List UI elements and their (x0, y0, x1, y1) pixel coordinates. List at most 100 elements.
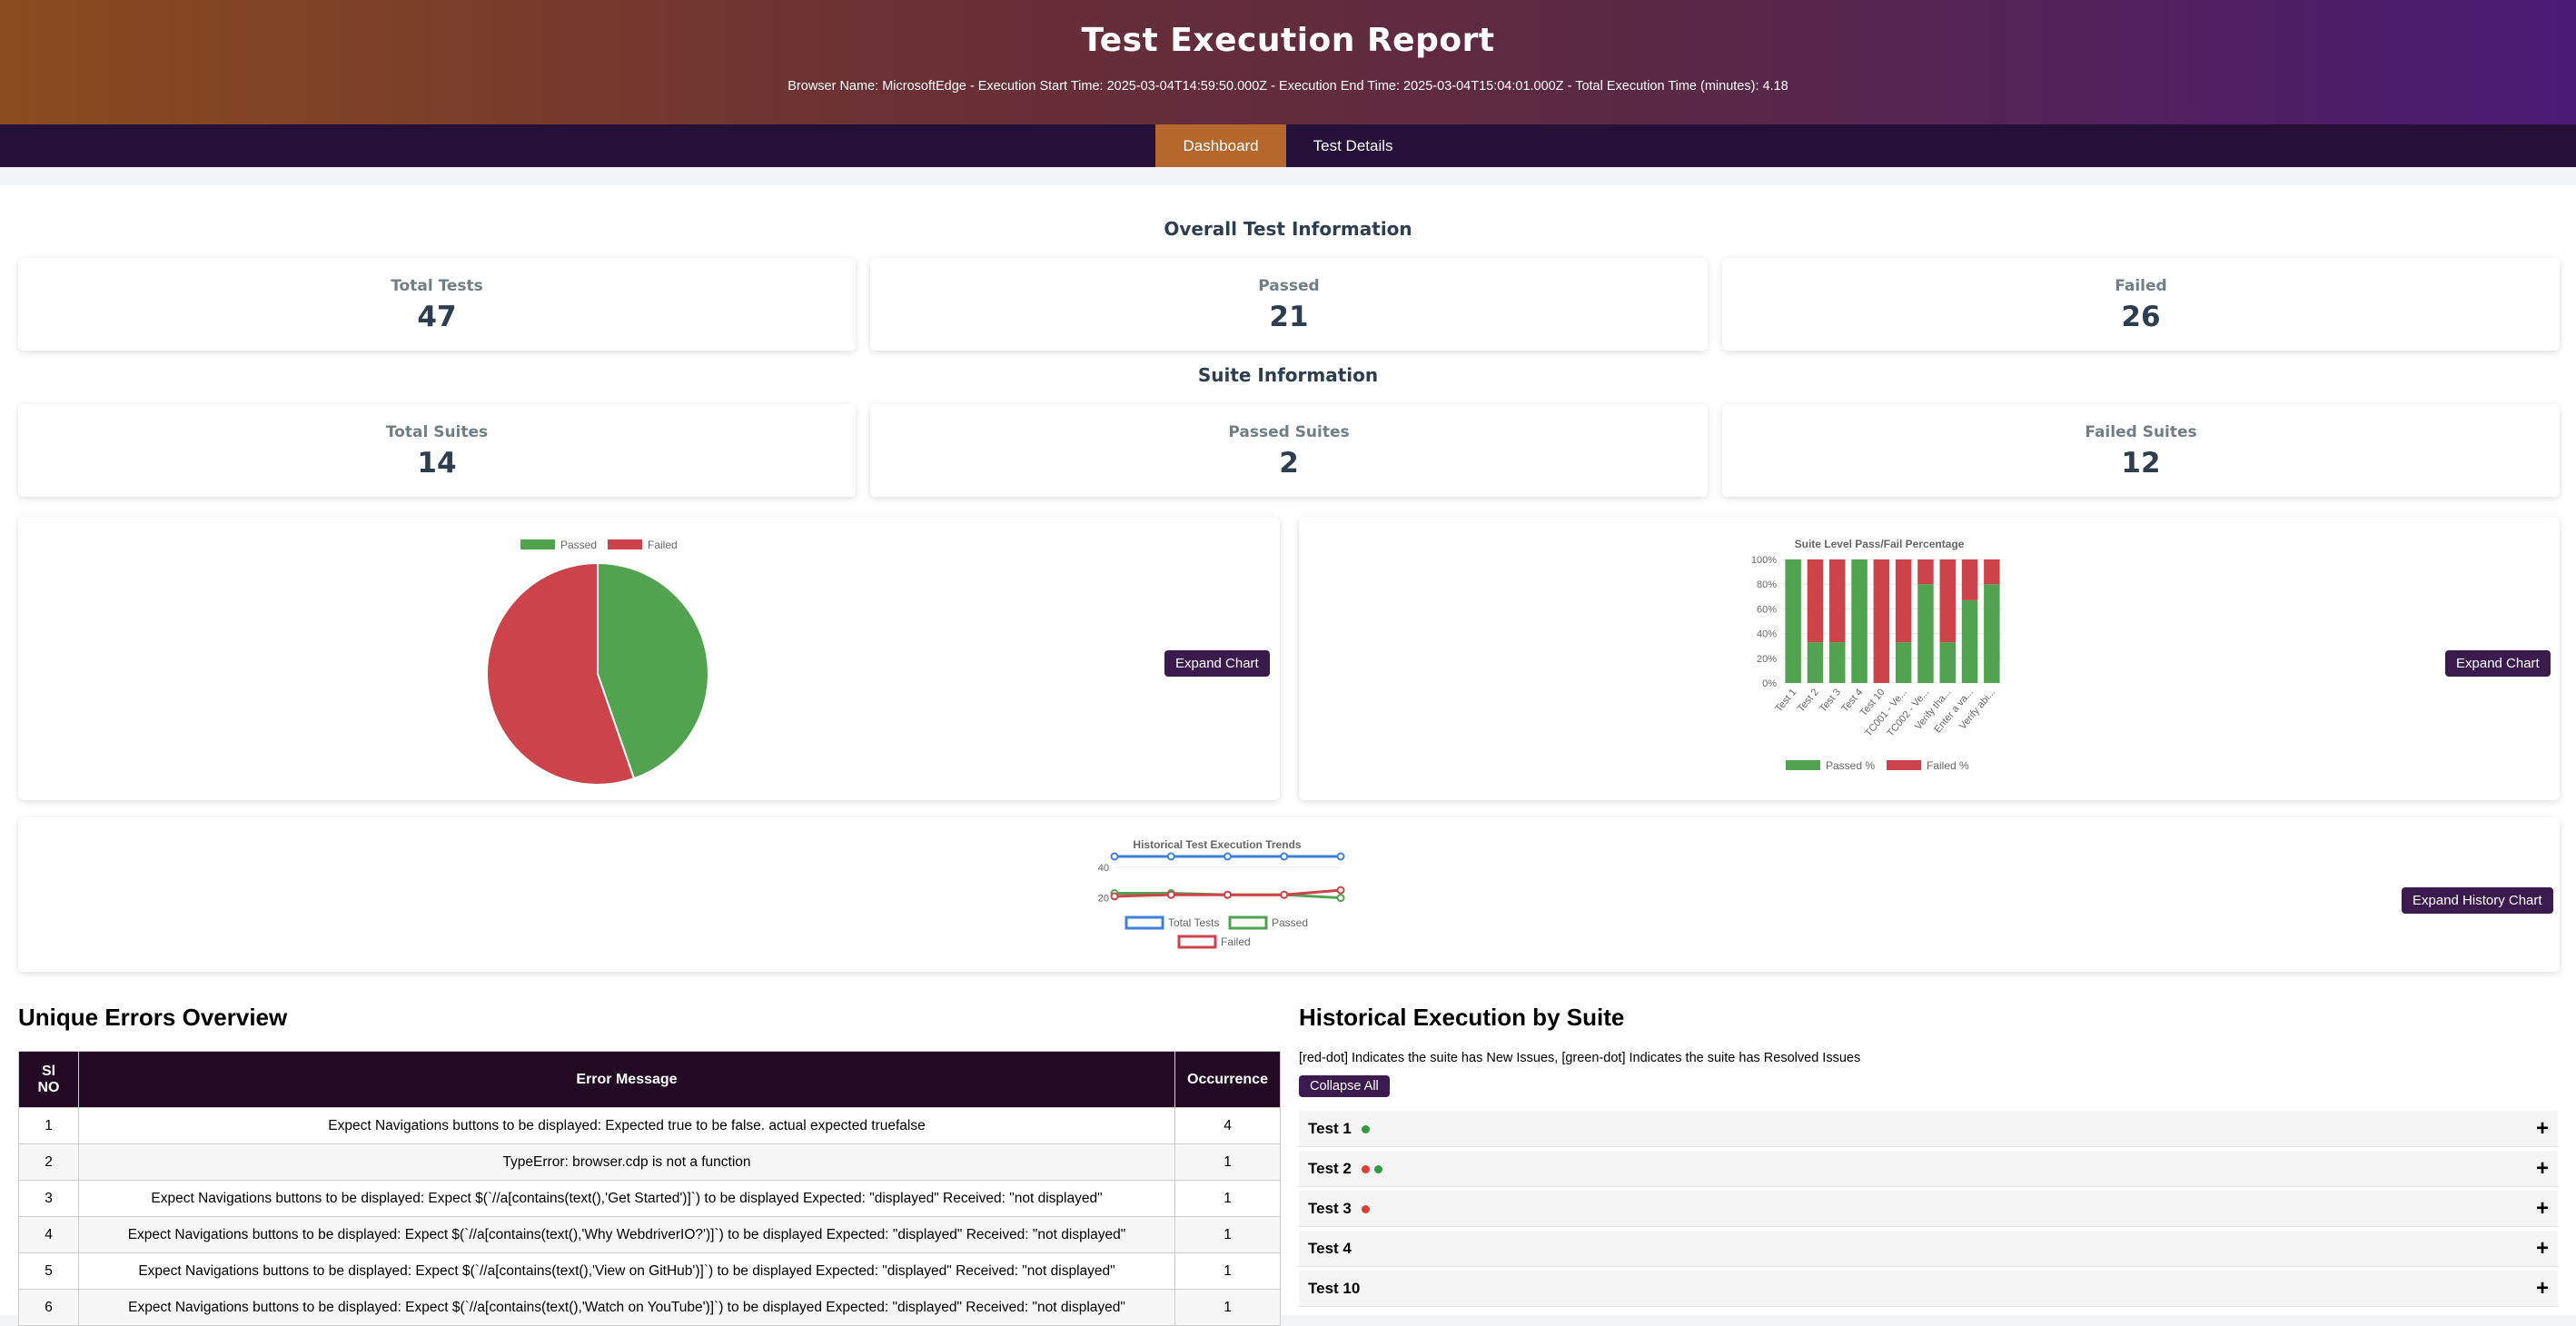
history-section-title: Historical Execution by Suite (1299, 1004, 1625, 1031)
error-row: 5 Expect Navigations buttons to be displa… (18, 1252, 1281, 1290)
expand-plus-icon[interactable]: + (2536, 1276, 2549, 1301)
line-legend-swatch (1177, 935, 1217, 949)
bar-passed (1917, 584, 1934, 683)
line-point (1336, 886, 1345, 895)
expand-pie-chart-button[interactable]: Expand Chart (1164, 650, 1270, 677)
line-legend-swatch (1228, 915, 1268, 930)
total-tests-value: 47 (417, 301, 457, 333)
bar-failed (1984, 559, 2000, 585)
line-legend-label: Failed (1221, 935, 1251, 948)
bar-x-tick: Test 1 (1773, 687, 1798, 714)
bar-passed (1829, 642, 1846, 683)
total-suites-value: 14 (417, 447, 457, 480)
line-legend-label: Total Tests (1168, 916, 1219, 929)
line-point (1336, 894, 1345, 903)
pie-legend-label-passed: Passed (560, 539, 597, 551)
line-point (1280, 852, 1289, 861)
error-message: Expect Navigations buttons to be display… (78, 1289, 1175, 1326)
expand-plus-icon[interactable]: + (2536, 1196, 2549, 1222)
pie-legend-swatch-failed (608, 539, 642, 549)
suite-row[interactable]: Test 2 + (1299, 1151, 2558, 1187)
suite-pass-fail-bar-chart: Suite Level Pass/Fail Percentage 0% 20% 40%… (1751, 538, 2003, 772)
col-header-error-message: Error Message (78, 1051, 1175, 1108)
history-legend-note: [red-dot] Indicates the suite has New Is… (1299, 1051, 1861, 1065)
line-y-tick: 20 (1098, 894, 1109, 905)
error-occurrence: 1 (1174, 1180, 1281, 1217)
line-point (1166, 890, 1175, 899)
passed-suites-value: 2 (1279, 447, 1299, 480)
line-chart-title: Historical Test Execution Trends (1133, 838, 1301, 851)
bar-legend-label: Failed % (1927, 759, 1969, 772)
bar-legend-swatch (1786, 760, 1820, 770)
suite-section-title: Suite Information (1197, 364, 1379, 386)
bar-passed (1961, 599, 1978, 683)
error-sl-no: 5 (18, 1252, 79, 1290)
collapse-all-button[interactable]: Collapse All (1299, 1075, 1390, 1097)
report-title: Test Execution Report (1081, 22, 1495, 59)
line-point (1110, 892, 1119, 901)
suite-row[interactable]: Test 10 + (1299, 1271, 2558, 1307)
bar-passed (1851, 559, 1868, 683)
history-chart-card: Historical Test Execution Trends 20 40 Tota… (18, 817, 2560, 972)
green-dot-icon (1373, 1164, 1382, 1173)
suite-name: Test 4 (1308, 1239, 1352, 1257)
expand-history-chart-button[interactable]: Expand History Chart (2402, 887, 2553, 914)
line-legend-label: Passed (1272, 916, 1308, 929)
unique-errors-table: Sl NO Error Message Occurrence 1 Expect Na… (18, 1051, 1281, 1326)
line-legend-swatch (1125, 915, 1164, 930)
red-dot-icon (1361, 1204, 1370, 1213)
failed-tests-label: Failed (2115, 277, 2167, 295)
bar-y-tick: 40% (1757, 629, 1777, 640)
bar-failed (1829, 559, 1846, 643)
execution-meta: Browser Name: MicrosoftEdge - Execution … (788, 79, 1788, 94)
error-message: TypeError: browser.cdp is not a function (78, 1143, 1175, 1181)
tab-test-details[interactable]: Test Details (1286, 124, 1421, 167)
failed-tests-card: Failed 26 (1722, 258, 2560, 351)
line-point (1336, 852, 1345, 861)
bar-x-tick: Test 2 (1796, 687, 1821, 714)
bar-y-tick: 100% (1751, 555, 1777, 566)
passed-suites-label: Passed Suites (1228, 423, 1350, 441)
expand-bar-chart-button[interactable]: Expand Chart (2445, 650, 2551, 677)
suite-name: Test 2 (1308, 1159, 1352, 1177)
error-row: 3 Expect Navigations buttons to be displa… (18, 1180, 1281, 1217)
error-occurrence: 1 (1174, 1143, 1281, 1181)
suite-status-dots (1357, 1120, 1370, 1138)
error-row: 4 Expect Navigations buttons to be displa… (18, 1216, 1281, 1253)
report-header: Test Execution Report Browser Name: Micr… (0, 0, 2576, 124)
error-sl-no: 1 (18, 1107, 79, 1144)
bar-failed (1807, 559, 1824, 643)
error-sl-no: 3 (18, 1180, 79, 1217)
expand-plus-icon[interactable]: + (2536, 1156, 2549, 1182)
error-message: Expect Navigations buttons to be display… (78, 1252, 1175, 1290)
bar-failed (1939, 559, 1956, 643)
expand-plus-icon[interactable]: + (2536, 1116, 2549, 1142)
suite-name: Test 10 (1308, 1279, 1361, 1297)
suite-name: Test 1 (1308, 1119, 1352, 1137)
pie-legend-swatch-passed (520, 539, 555, 549)
nav-bar: Dashboard Test Details (0, 124, 2576, 167)
bar-y-tick: 20% (1757, 654, 1777, 665)
tab-dashboard[interactable]: Dashboard (1155, 124, 1286, 167)
bar-failed (1873, 559, 1890, 683)
bar-passed (1939, 642, 1956, 683)
failed-tests-value: 26 (2121, 301, 2161, 333)
error-row: 6 Expect Navigations buttons to be displa… (18, 1289, 1281, 1326)
suite-row[interactable]: Test 3 + (1299, 1191, 2558, 1227)
bar-failed (1961, 559, 1978, 600)
col-header-sl-no: Sl NO (18, 1051, 79, 1108)
suite-row[interactable]: Test 4 + (1299, 1231, 2558, 1267)
suite-row[interactable]: Test 1 + (1299, 1111, 2558, 1147)
bar-passed (1807, 642, 1824, 683)
bar-legend-swatch (1887, 760, 1921, 770)
bar-chart-title: Suite Level Pass/Fail Percentage (1795, 538, 1965, 550)
bar-passed (1895, 642, 1912, 683)
error-message: Expect Navigations buttons to be display… (78, 1180, 1175, 1217)
expand-plus-icon[interactable]: + (2536, 1236, 2549, 1262)
bar-passed (1984, 584, 2000, 683)
errors-section-title: Unique Errors Overview (18, 1004, 288, 1031)
bar-x-tick: Test 3 (1818, 687, 1843, 714)
bar-failed (1895, 559, 1912, 643)
error-occurrence: 4 (1174, 1107, 1281, 1144)
total-suites-card: Total Suites 14 (18, 404, 856, 497)
